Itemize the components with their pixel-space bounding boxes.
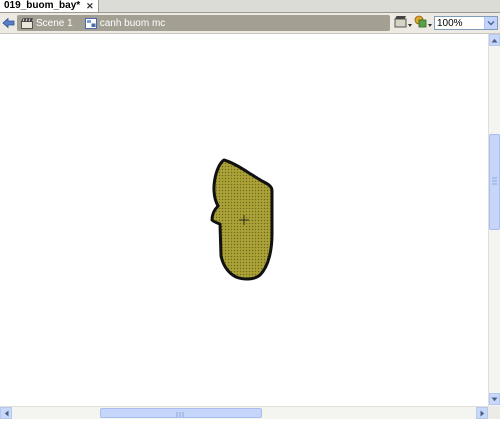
clapperboard-icon bbox=[21, 17, 33, 29]
edit-symbols-icon bbox=[413, 14, 433, 33]
scroll-left-icon[interactable] bbox=[0, 407, 12, 419]
zoom-select[interactable]: 100% bbox=[434, 16, 498, 30]
document-tab-title: 019_buom_bay* bbox=[4, 0, 81, 11]
close-icon[interactable]: ✕ bbox=[86, 0, 94, 12]
breadcrumb-symbol[interactable]: canh buom mc bbox=[84, 17, 166, 29]
scroll-up-icon[interactable] bbox=[489, 34, 500, 46]
zoom-value: 100% bbox=[437, 17, 463, 29]
scrollbar-corner bbox=[488, 406, 500, 419]
movieclip-symbol-icon bbox=[84, 17, 97, 29]
breadcrumb: Scene 1 canh buom mc bbox=[17, 15, 390, 31]
horizontal-scroll-thumb[interactable] bbox=[100, 408, 262, 418]
vertical-scrollbar[interactable] bbox=[488, 34, 500, 406]
edit-scene-button[interactable] bbox=[393, 15, 413, 31]
edit-bar: Scene 1 canh buom mc 100% bbox=[0, 13, 500, 34]
document-tab[interactable]: 019_buom_bay* ✕ bbox=[0, 0, 99, 12]
scroll-down-icon[interactable] bbox=[489, 393, 500, 405]
scroll-right-icon[interactable] bbox=[476, 407, 488, 419]
edit-symbols-button[interactable] bbox=[413, 15, 433, 31]
chevron-down-icon[interactable] bbox=[484, 17, 497, 29]
vertical-scroll-thumb[interactable] bbox=[489, 134, 500, 230]
breadcrumb-symbol-label: canh buom mc bbox=[99, 17, 166, 29]
breadcrumb-scene-label: Scene 1 bbox=[36, 17, 73, 29]
wing-shape[interactable] bbox=[0, 34, 488, 406]
back-arrow-icon[interactable] bbox=[2, 17, 15, 29]
stage-canvas[interactable] bbox=[0, 34, 488, 406]
breadcrumb-scene[interactable]: Scene 1 bbox=[21, 18, 73, 29]
document-tab-strip: 019_buom_bay* ✕ bbox=[0, 0, 500, 13]
edit-scene-icon bbox=[393, 14, 413, 33]
horizontal-scrollbar[interactable] bbox=[0, 406, 488, 419]
